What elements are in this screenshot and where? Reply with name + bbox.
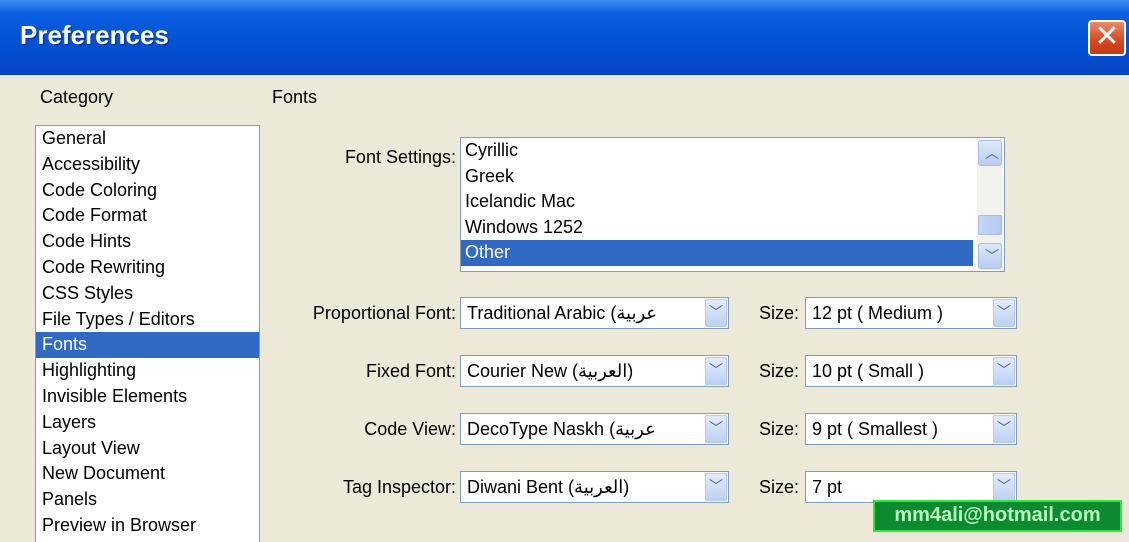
dropdown-button[interactable]: ﹀ [705,473,727,501]
tag-inspector-size-label: Size: [759,477,800,497]
category-item-new-document[interactable]: New Document [36,461,259,487]
proportional-font-value: Traditional Arabic (عربية [467,303,658,323]
proportional-font-label: Proportional Font: [312,303,456,323]
dropdown-button[interactable]: ﹀ [705,299,727,327]
chevron-down-icon: ﹀ [709,304,723,320]
category-item-layers[interactable]: Layers [36,410,259,436]
category-item-general[interactable]: General [36,126,259,152]
scroll-down-button[interactable]: ﹀ [978,243,1002,269]
code-view-size-select[interactable]: 9 pt ( Smallest ) ﹀ [805,413,1017,445]
tag-inspector-label: Tag Inspector: [342,477,456,497]
close-icon: ✕ [1094,19,1120,54]
chevron-down-icon: ﹀ [997,478,1011,494]
code-view-font-value: DecoType Naskh (عربية [467,419,656,439]
tag-inspector-size-select[interactable]: 7 pt ﹀ [805,471,1017,503]
font-setting-item-icelandic-mac[interactable]: Icelandic Mac [461,189,973,215]
font-settings-label: Font Settings: [344,147,456,167]
font-setting-item-other[interactable]: Other [461,240,973,266]
chevron-down-icon: ﹀ [985,248,999,264]
scroll-up-button[interactable]: ︿ [978,140,1002,166]
category-item-code-format[interactable]: Code Format [36,203,259,229]
dropdown-button[interactable]: ﹀ [993,299,1015,327]
category-item-file-types[interactable]: File Types / Editors [36,307,259,333]
scroll-thumb[interactable] [978,215,1002,235]
dropdown-button[interactable]: ﹀ [993,357,1015,385]
chevron-down-icon: ﹀ [709,362,723,378]
tag-inspector-font-value: Diwani Bent (العربية) [467,477,630,497]
proportional-size-value: 12 pt ( Medium ) [812,303,944,323]
category-item-highlighting[interactable]: Highlighting [36,358,259,384]
font-setting-item-windows-1252[interactable]: Windows 1252 [461,215,973,241]
category-item-css-styles[interactable]: CSS Styles [36,281,259,307]
fixed-font-label: Fixed Font: [365,361,456,381]
chevron-down-icon: ﹀ [997,420,1011,436]
close-button[interactable]: ✕ [1088,20,1126,56]
fixed-size-value: 10 pt ( Small ) [812,361,925,381]
category-item-fonts[interactable]: Fonts [36,332,259,359]
chevron-down-icon: ﹀ [997,362,1011,378]
window-title: Preferences [20,20,169,50]
dropdown-button[interactable]: ﹀ [705,357,727,385]
category-item-layout-view[interactable]: Layout View [36,436,259,462]
proportional-size-select[interactable]: 12 pt ( Medium ) ﹀ [805,297,1017,329]
category-item-code-coloring[interactable]: Code Coloring [36,178,259,204]
dropdown-button[interactable]: ﹀ [993,473,1015,501]
code-view-label: Code View: [364,419,456,439]
category-item-invisible-elements[interactable]: Invisible Elements [36,384,259,410]
code-view-size-label: Size: [759,419,800,439]
fixed-size-select[interactable]: 10 pt ( Small ) ﹀ [805,355,1017,387]
chevron-up-icon: ︿ [985,145,999,161]
code-view-size-value: 9 pt ( Smallest ) [812,419,939,439]
category-item-accessibility[interactable]: Accessibility [36,152,259,178]
tag-inspector-size-value: 7 pt [812,477,843,497]
font-setting-item-cyrillic[interactable]: Cyrillic [461,138,973,164]
font-settings-list[interactable]: Cyrillic Greek Icelandic Mac Windows 125… [460,137,1005,272]
dropdown-button[interactable]: ﹀ [705,415,727,443]
font-settings-scrollbar[interactable]: ︿ ﹀ [977,139,1003,270]
section-title: Fonts [272,87,318,107]
fixed-font-value: Courier New (العربية) [467,361,634,381]
tag-inspector-font-select[interactable]: Diwani Bent (العربية) ﹀ [460,471,729,503]
category-item-panels[interactable]: Panels [36,487,259,513]
proportional-font-select[interactable]: Traditional Arabic (عربية ﹀ [460,297,729,329]
code-view-font-select[interactable]: DecoType Naskh (عربية ﹀ [460,413,729,445]
dropdown-button[interactable]: ﹀ [993,415,1015,443]
chevron-down-icon: ﹀ [709,478,723,494]
fixed-font-select[interactable]: Courier New (العربية) ﹀ [460,355,729,387]
watermark-email: mm4ali@hotmail.com [873,500,1122,532]
category-item-code-rewriting[interactable]: Code Rewriting [36,255,259,281]
category-item-preview-in-browser[interactable]: Preview in Browser [36,513,259,539]
proportional-size-label: Size: [759,303,800,323]
chevron-down-icon: ﹀ [997,304,1011,320]
chevron-down-icon: ﹀ [709,420,723,436]
title-bar[interactable]: Preferences ✕ [0,0,1129,75]
category-label: Category [40,87,114,107]
font-setting-item-greek[interactable]: Greek [461,164,973,190]
fixed-size-label: Size: [759,361,800,381]
category-item-code-hints[interactable]: Code Hints [36,229,259,255]
category-list[interactable]: General Accessibility Code Coloring Code… [35,125,260,542]
